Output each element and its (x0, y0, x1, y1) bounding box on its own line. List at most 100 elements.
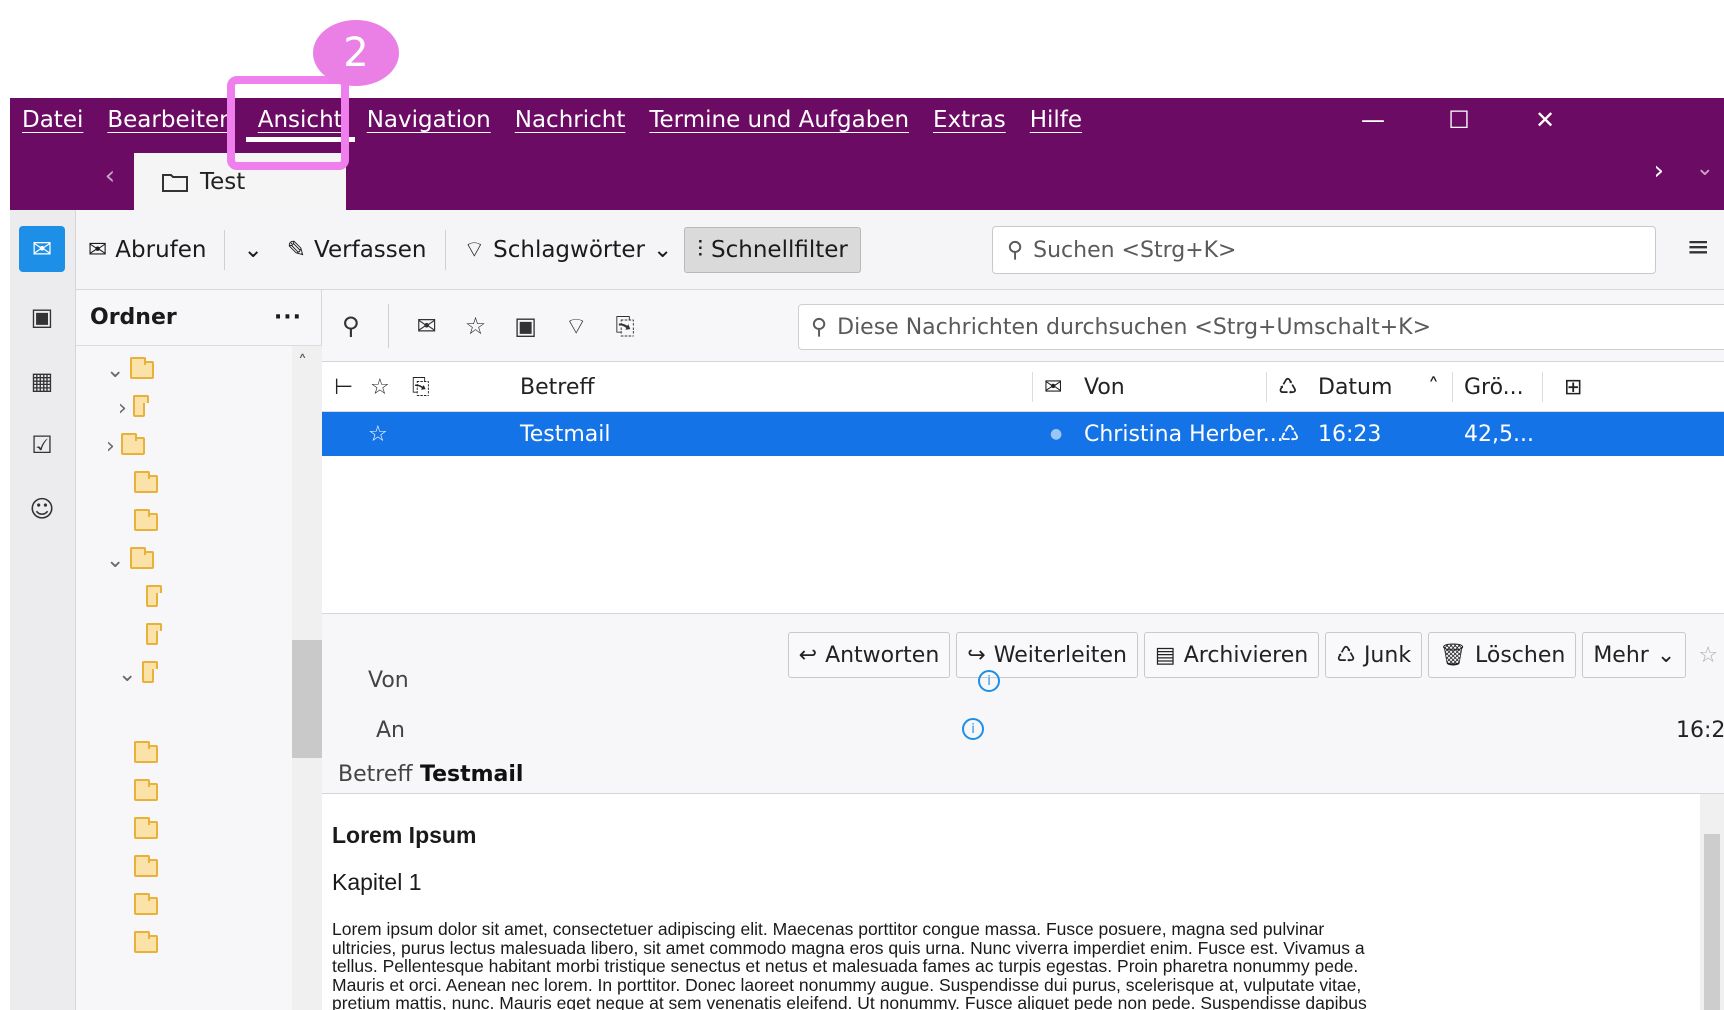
unread-column-icon[interactable]: ✉ (1044, 362, 1062, 412)
reply-label: Antworten (825, 642, 940, 668)
mail-toolbar: ✉ Abrufen ⌄ ✎ Verfassen ⌔ Schlagwörter ⌄… (76, 210, 1724, 290)
unread-filter-icon[interactable]: ✉ (417, 312, 437, 340)
tab-test[interactable]: Test (134, 150, 346, 210)
body-line: pretium mattis, nunc. Mauris eget neque … (332, 993, 1367, 1010)
folder-row[interactable]: ⌄ (106, 542, 155, 578)
thunderbird-window: Datei Bearbeiten Ansicht Navigation Nach… (10, 98, 1724, 1010)
folder-pane-menu-icon[interactable]: ··· (274, 305, 302, 330)
junk-status-icon[interactable]: ♺ (1280, 412, 1300, 456)
folder-row[interactable] (134, 850, 158, 886)
attachment-filter-icon[interactable]: ⎘ (615, 312, 634, 340)
maximize-button[interactable]: ☐ (1416, 98, 1502, 142)
forward-icon: ↪ (967, 642, 986, 668)
archive-button[interactable]: ▤ Archivieren (1143, 632, 1320, 678)
write-button[interactable]: ✎ Verfassen (275, 227, 439, 273)
folder-icon (146, 585, 162, 607)
folder-row[interactable] (134, 888, 158, 924)
menu-nachricht[interactable]: Nachricht (503, 107, 638, 133)
calendar-icon[interactable]: ▦ (19, 358, 65, 404)
menu-termine[interactable]: Termine und Aufgaben (637, 107, 921, 133)
star-message-icon[interactable]: ☆ (1692, 632, 1724, 678)
folder-row[interactable] (134, 736, 158, 772)
folder-row[interactable] (134, 504, 158, 540)
mail-space-icon[interactable]: ✉ (19, 226, 65, 272)
quick-filter-search-input[interactable]: ⚲ Diese Nachrichten durchsuchen <Strg+Um… (798, 304, 1724, 350)
more-button[interactable]: Mehr ⌄ (1582, 632, 1687, 678)
app-menu-icon[interactable]: ≡ (1687, 230, 1710, 263)
message-actions: ↩ Antworten ↪ Weiterleiten ▤ Archivieren ♺ J… (787, 632, 1724, 678)
from-column-header[interactable]: Von (1084, 362, 1125, 412)
archive-icon: ▤ (1154, 642, 1176, 668)
tab-scroll-left-icon[interactable]: ‹ (90, 156, 130, 196)
chevron-down-icon: ⌄ (1656, 642, 1676, 668)
size-column-header[interactable]: Grö... (1464, 362, 1524, 412)
tag-filter-icon[interactable]: ⌔ (565, 311, 588, 341)
menu-navigation[interactable]: Navigation (355, 107, 503, 133)
scroll-up-icon[interactable]: ˄ (298, 352, 307, 373)
tasks-icon[interactable]: ☑ (19, 422, 65, 468)
column-picker-icon[interactable]: ⊞ (1564, 362, 1582, 412)
star-icon[interactable]: ☆ (368, 412, 388, 456)
folder-row[interactable]: ⌄ (118, 656, 159, 692)
folder-row[interactable]: › (118, 390, 149, 426)
attachment-column-icon[interactable]: ⎘ (412, 362, 430, 412)
pin-icon[interactable]: ⚲ (342, 312, 360, 340)
folder-icon (162, 173, 188, 192)
folder-scrollbar-thumb[interactable] (292, 640, 322, 758)
chat-icon[interactable]: ☺ (19, 486, 65, 532)
junk-button[interactable]: ♺ Junk (1325, 632, 1423, 678)
close-button[interactable]: ✕ (1502, 98, 1588, 142)
star-column-icon[interactable]: ☆ (370, 362, 390, 412)
menu-bearbeiten[interactable]: Bearbeiten (95, 107, 245, 133)
body-line: tellus. Pellentesque habitant morbi tris… (332, 956, 1359, 976)
folder-row[interactable] (134, 926, 158, 962)
junk-column-icon[interactable]: ♺ (1278, 362, 1298, 412)
delete-button[interactable]: 🗑 Löschen (1428, 632, 1577, 678)
message-time: 16:23 (1676, 718, 1724, 743)
menu-hilfe[interactable]: Hilfe (1018, 107, 1094, 133)
folder-icon (134, 855, 158, 877)
global-search-input[interactable]: ⚲ Suchen <Strg+K> (992, 226, 1656, 274)
menu-extras[interactable]: Extras (921, 107, 1018, 133)
chevron-down-icon: ⌄ (118, 661, 137, 687)
folder-icon (134, 893, 158, 915)
folder-row[interactable] (134, 812, 158, 848)
message-date: 16:23 (1318, 421, 1382, 447)
message-header: ↩ Antworten ↪ Weiterleiten ▤ Archivieren ♺ J… (322, 614, 1724, 794)
menu-ansicht[interactable]: Ansicht (245, 107, 355, 142)
get-messages-button[interactable]: ✉ Abrufen (76, 227, 218, 273)
toolbar-divider (224, 229, 226, 270)
quick-filter-button[interactable]: ⫶ Schnellfilter (684, 226, 861, 273)
get-messages-label: Abrufen (115, 236, 207, 263)
body-scrollbar[interactable] (1700, 794, 1724, 1010)
subject-column-header[interactable]: Betreff (520, 362, 595, 412)
thread-column-icon[interactable]: ⊢ (334, 362, 353, 412)
filter-sliders-icon: ⫶ (697, 236, 704, 263)
delete-label: Löschen (1475, 642, 1566, 668)
reply-button[interactable]: ↩ Antworten (787, 632, 951, 678)
folder-row[interactable] (146, 618, 162, 654)
folder-row[interactable] (146, 580, 162, 616)
contact-icon[interactable]: i (962, 718, 984, 740)
chevron-right-icon: › (118, 395, 127, 421)
tags-button[interactable]: ⌔ Schlagwörter ⌄ (452, 227, 685, 273)
address-book-icon[interactable]: ▣ (19, 294, 65, 340)
tab-scroll-right-icon[interactable]: › (1654, 156, 1664, 186)
contact-filter-icon[interactable]: ▣ (514, 312, 537, 340)
body-scrollbar-thumb[interactable] (1704, 834, 1720, 1010)
folder-row[interactable]: › (106, 428, 145, 464)
folder-row[interactable]: ⌄ (106, 352, 155, 388)
read-status-dot-icon[interactable]: ● (1050, 412, 1062, 456)
minimize-button[interactable]: — (1330, 98, 1416, 142)
tab-list-chevron-icon[interactable]: ⌄ (1696, 156, 1714, 181)
menu-datei[interactable]: Datei (10, 107, 95, 133)
star-filter-icon[interactable]: ☆ (465, 312, 487, 340)
table-row[interactable]: ☆ Testmail ● Christina Herber... ♺ 16:23… (322, 412, 1724, 456)
quick-filter-label: Schnellfilter (711, 236, 848, 263)
get-messages-dropdown[interactable]: ⌄ (231, 227, 274, 273)
folder-row[interactable] (134, 466, 158, 502)
chevron-down-icon: ⌄ (106, 357, 125, 383)
contact-icon[interactable]: i (978, 670, 1000, 692)
date-column-header[interactable]: Datum (1318, 362, 1392, 412)
folder-row[interactable] (134, 774, 158, 810)
